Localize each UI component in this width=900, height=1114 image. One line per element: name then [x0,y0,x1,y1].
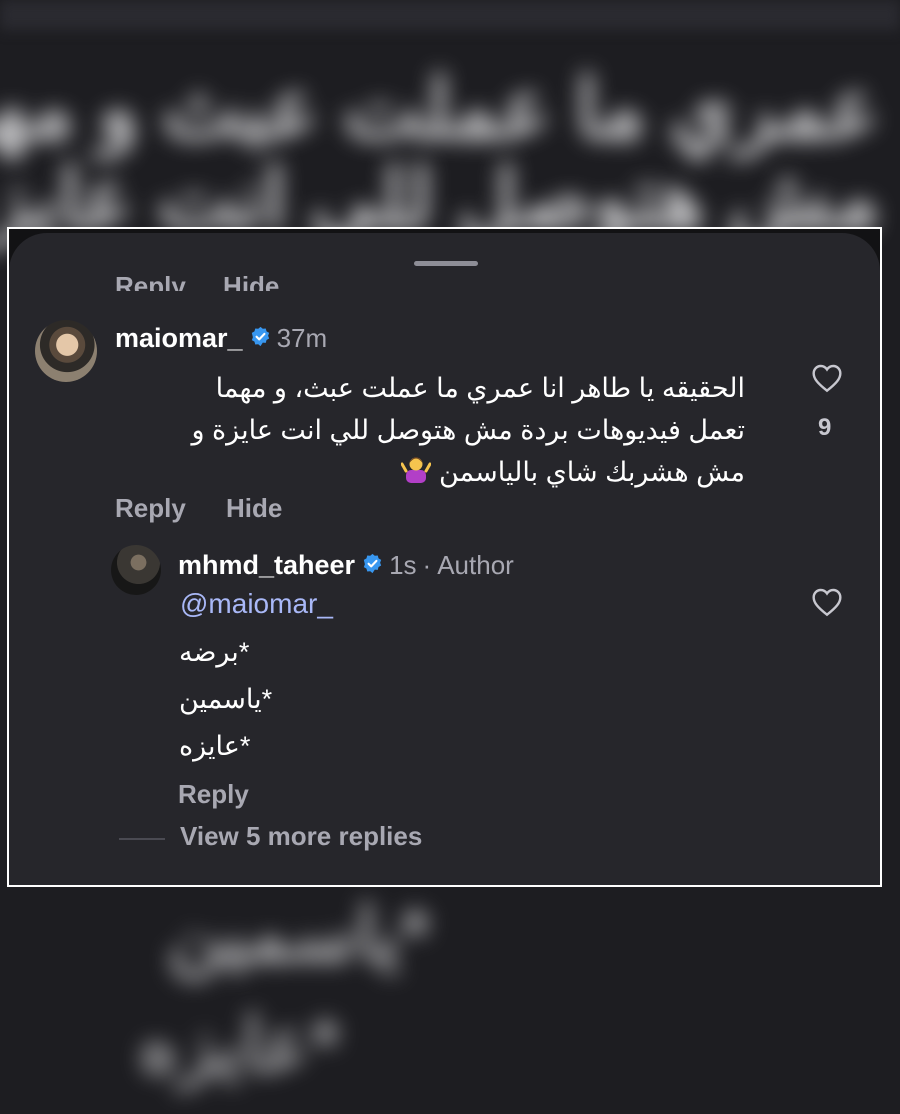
username[interactable]: maiomar_ [115,323,243,354]
timestamp: 1s [389,550,417,580]
timestamp: 37m [276,323,328,353]
blurred-top-stripe [0,0,900,30]
cut-off-actions-row: Reply Hide [115,271,309,291]
like-count: 9 [818,414,832,441]
blurred-text-line: *ياسمين [167,893,430,978]
reply-meta: 1s · Author [389,550,514,581]
blurred-text-line: عمري ما عملت عبث و مهما [0,62,880,156]
reply-line: *عايزه [179,731,251,761]
thread-divider [119,838,165,840]
verified-badge-icon [250,323,271,354]
username[interactable]: mhmd_taheer [178,550,355,581]
cut-off-reply-button[interactable]: Reply [115,271,186,291]
hide-button[interactable]: Hide [226,493,282,524]
reply-line: *ياسمين [179,684,273,714]
avatar[interactable] [111,545,161,595]
reply-header: mhmd_taheer 1s · Author [178,550,514,581]
reply-button[interactable]: Reply [178,779,249,810]
comment-header: maiomar_ 37m [115,323,327,354]
cut-off-hide-button[interactable]: Hide [223,271,279,291]
comment-line-last: مش هشربك شاي بالياسمن [85,451,745,495]
author-badge: Author [437,550,514,580]
view-more-replies-button[interactable]: View 5 more replies [180,821,422,852]
blurred-text-line: *عايزه [139,1003,340,1088]
mention-link[interactable]: @maiomar_ [180,588,333,620]
reply-line: *برضه [179,637,250,667]
reply-button[interactable]: Reply [115,493,186,524]
comments-screenshot-frame: Reply Hide maiomar_ 37m الحقيقه يا طاهر … [7,227,882,887]
heart-icon[interactable] [811,587,843,622]
heart-icon[interactable] [811,363,843,398]
person-shrugging-icon [400,453,432,495]
verified-badge-icon [362,550,383,581]
comments-sheet: Reply Hide maiomar_ 37m الحقيقه يا طاهر … [9,233,880,885]
comment-line: الحقيقه يا طاهر انا عمري ما عملت عبث، و … [215,373,745,403]
comment-line: مش هشربك شاي بالياسمن [439,457,745,487]
sheet-drag-handle[interactable] [414,261,478,266]
meta-separator: · [422,550,432,580]
comment-line: تعمل فيديوهات بردة مش هتوصل للي انت عايز… [191,415,746,445]
comment-body: الحقيقه يا طاهر انا عمري ما عملت عبث، و … [85,367,746,495]
